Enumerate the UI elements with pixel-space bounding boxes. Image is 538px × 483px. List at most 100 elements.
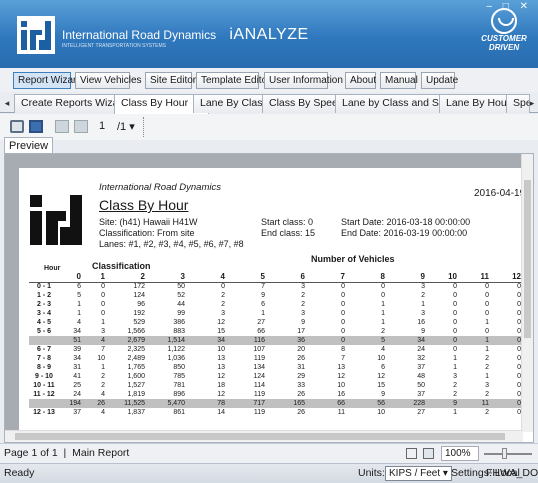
column-header: 0	[59, 272, 83, 283]
report-wizard-button[interactable]: Report Wizard	[13, 72, 82, 89]
count-cell: 18	[217, 382, 225, 389]
horizontal-scroll-thumb[interactable]	[15, 433, 505, 440]
report-end-class: End class: 15	[261, 228, 316, 238]
count-cell: 1,036	[167, 355, 185, 362]
table-row: 2 - 3 1 0 96 44 2 6 2 0 1 1 0 0 0	[29, 300, 523, 309]
count-cell: 9	[421, 328, 425, 335]
count-cell: 1	[459, 336, 491, 345]
count-cell: 56	[347, 399, 387, 408]
manual-button[interactable]: Manual	[380, 72, 418, 89]
count-cell: 37	[73, 409, 81, 416]
count-cell: 0	[485, 310, 489, 317]
page-number-input[interactable]: 1	[99, 120, 105, 132]
count-cell: 41	[73, 373, 81, 380]
count-cell: 2	[101, 382, 105, 389]
count-cell: 2	[301, 301, 305, 308]
site-editor-button[interactable]: Site Editor	[145, 72, 196, 89]
zoom-slider[interactable]	[484, 448, 532, 459]
table-row: 10 - 11 25 2 1,527 781 18 114 33 10 15 50 2 3 0	[29, 381, 523, 390]
tab-scroll-right-icon[interactable]: ▸	[527, 94, 537, 112]
units-select[interactable]: KIPS / Feet ▾	[385, 466, 452, 481]
subtotal-row: 194 26 11,525 5,470 78 717 165 66 56 228 9 11 0	[29, 399, 523, 408]
column-header: 8	[347, 272, 387, 283]
count-cell: 25	[73, 382, 81, 389]
count-cell: 31	[297, 364, 305, 371]
view-vehicles-button[interactable]: View Vehicles	[75, 72, 142, 89]
count-cell: 3	[301, 283, 305, 291]
count-cell: 0	[101, 292, 105, 299]
hour-cell: 6 - 7	[36, 346, 51, 353]
count-cell: 1	[101, 319, 105, 326]
count-cell: 0	[101, 310, 105, 317]
count-cell: 0	[341, 301, 345, 308]
hour-cell: 10 - 11	[33, 382, 55, 389]
count-cell: 2	[301, 292, 305, 299]
about-button[interactable]: About	[345, 72, 376, 89]
count-cell: 2,325	[127, 346, 145, 353]
count-cell: 0	[517, 409, 521, 416]
preview-tab[interactable]: Preview	[4, 137, 54, 154]
count-cell: 10	[217, 346, 225, 353]
count-cell: 12	[377, 373, 385, 380]
save-icon[interactable]	[29, 120, 43, 133]
count-cell: 0	[381, 283, 385, 291]
count-cell: 3	[301, 310, 305, 317]
count-cell: 0	[453, 283, 457, 291]
count-cell: 1,600	[127, 373, 145, 380]
update-button[interactable]: Update	[421, 72, 458, 89]
count-cell: 33	[297, 382, 305, 389]
user-information-button[interactable]: User Information	[264, 72, 343, 89]
table-row: 7 - 8 34 10 2,489 1,036 13 119 26 7 10 32 1 2 0	[29, 354, 523, 363]
count-cell: 1,122	[167, 346, 185, 353]
count-cell: 165	[267, 399, 307, 408]
tab-scroll-left-icon[interactable]: ◂	[2, 94, 12, 112]
count-cell: 1,527	[127, 382, 145, 389]
main-report-label[interactable]: Main Report	[72, 447, 129, 459]
report-date: 2016-04-19	[474, 188, 523, 199]
zoom-level[interactable]: 100%	[441, 446, 479, 461]
zoom-slider-thumb[interactable]	[502, 448, 507, 459]
count-cell: 7	[261, 283, 265, 291]
count-cell: 1	[381, 319, 385, 326]
count-cell: 0	[517, 391, 521, 398]
column-header: 9	[387, 272, 427, 283]
count-cell: 34	[387, 336, 427, 345]
count-cell: 15	[377, 382, 385, 389]
count-cell: 26	[297, 355, 305, 362]
fit-width-icon[interactable]	[406, 448, 417, 459]
classification-heading: Classification	[92, 261, 151, 271]
template-editor-button[interactable]: Template Editor	[196, 72, 270, 89]
report-title: Class By Hour	[99, 197, 189, 213]
table-row: 3 - 4 1 0 192 99 3 1 3 0 1 3 0 0 0	[29, 309, 523, 318]
count-cell: 3	[221, 310, 225, 317]
vertical-scroll-thumb[interactable]	[524, 180, 531, 338]
count-cell: 20	[297, 346, 305, 353]
header-hour-cell	[29, 272, 59, 283]
hour-cell: 1 - 2	[36, 292, 51, 299]
count-cell: 1,765	[127, 364, 145, 371]
count-cell: 1,514	[147, 336, 187, 345]
horizontal-scrollbar[interactable]	[5, 430, 523, 442]
report-classification: Classification: From site	[99, 228, 195, 238]
email-icon[interactable]	[74, 120, 88, 133]
count-cell: 9	[301, 319, 305, 326]
count-cell: 0	[307, 336, 347, 345]
count-cell: 1	[101, 364, 105, 371]
export-icon[interactable]	[55, 120, 69, 133]
table-row: 4 - 5 4 1 529 386 12 27 9 0 1 16 0 1 0	[29, 318, 523, 327]
print-icon[interactable]	[10, 120, 24, 133]
hour-cell: 7 - 8	[36, 355, 51, 362]
app-title: iANALYZE	[229, 26, 309, 43]
count-cell: 2,489	[127, 355, 145, 362]
count-cell: 0	[341, 319, 345, 326]
count-cell: 16	[417, 319, 425, 326]
report-site: Site: (h41) Hawaii H41W	[99, 217, 198, 227]
vertical-scrollbar[interactable]	[521, 154, 533, 432]
report-viewer: International Road Dynamics Class By Hou…	[4, 153, 534, 443]
count-cell: 0	[485, 283, 489, 291]
count-cell: 861	[173, 409, 185, 416]
count-cell: 11,525	[107, 399, 147, 408]
page-total-dropdown[interactable]: /1 ▾	[117, 120, 135, 133]
fit-page-icon[interactable]	[423, 448, 434, 459]
class-by-hour-table: 0 1 2 3 4 5 6 7 8 9 10 11 12 0 - 1 6 0 172 50 0 7 3 0 0 3 0 0 0 1 …	[29, 272, 523, 417]
